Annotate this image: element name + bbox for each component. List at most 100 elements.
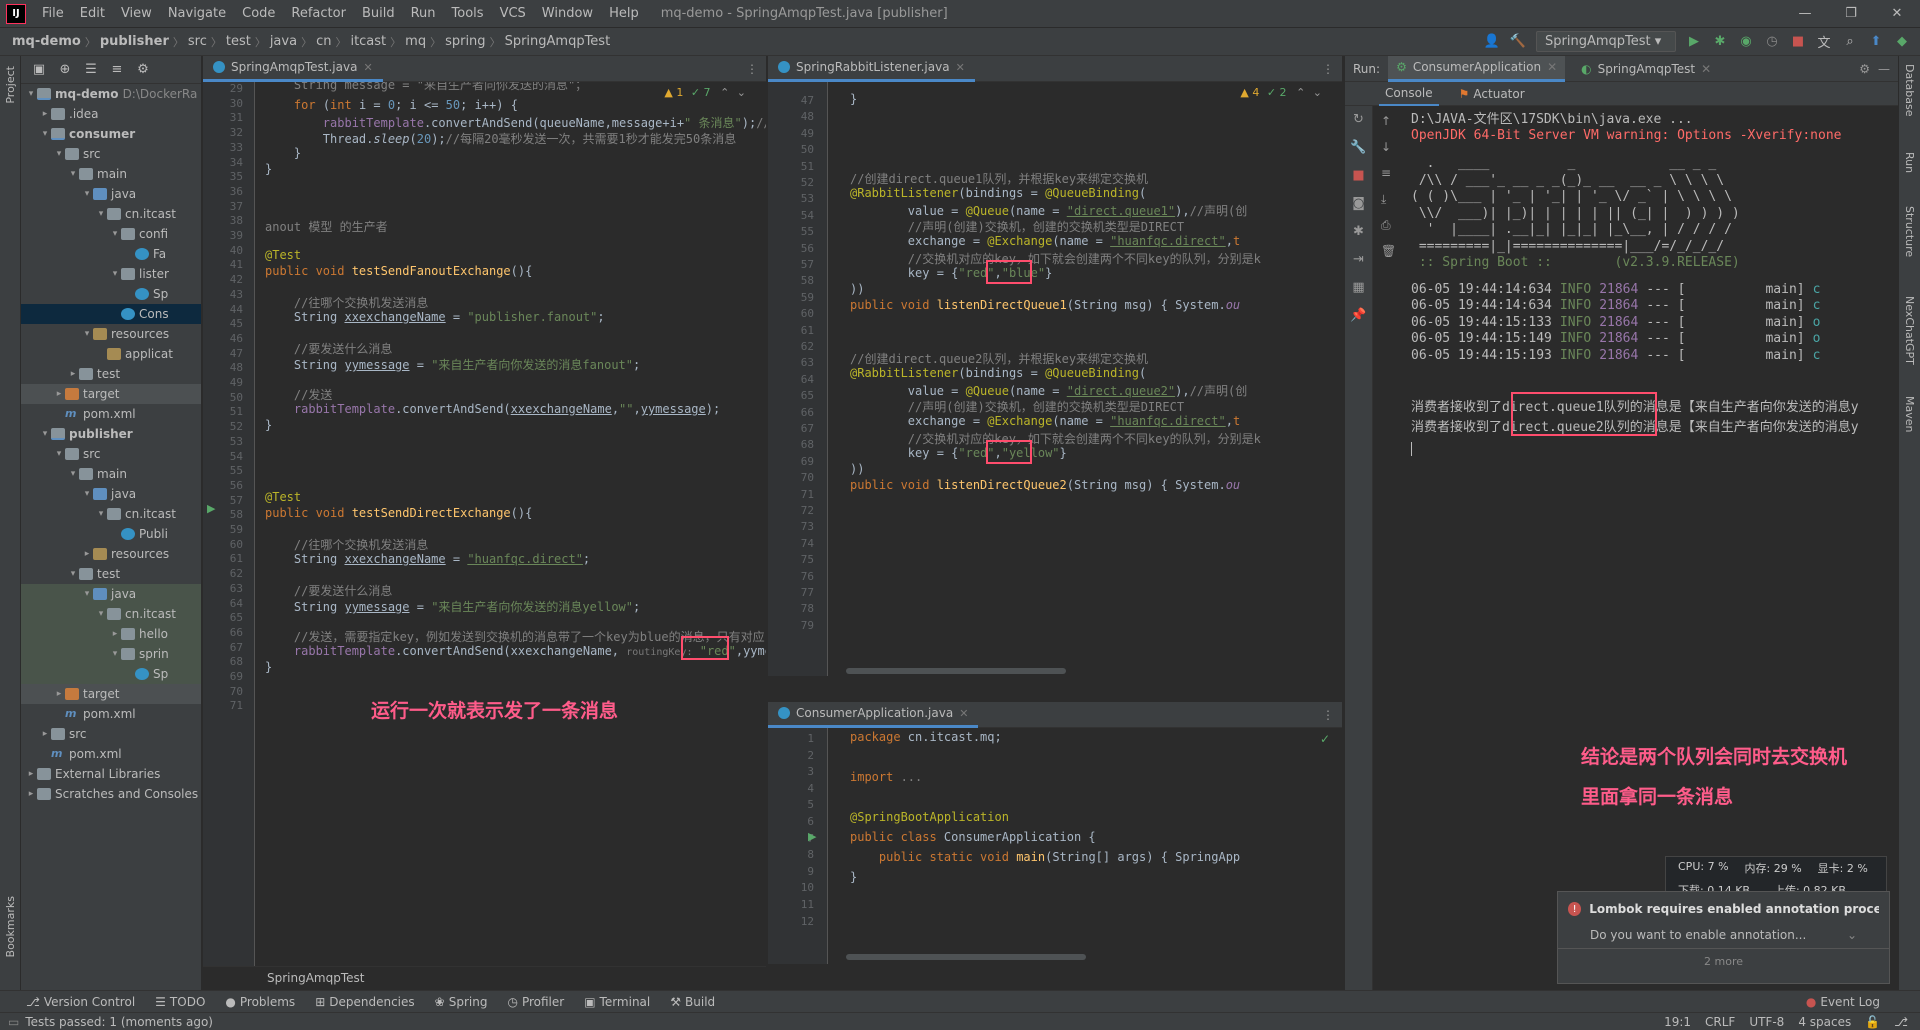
- tree-expand-icon[interactable]: ▾: [39, 429, 51, 439]
- tree-expand-icon[interactable]: ▸: [25, 769, 37, 779]
- tree-item[interactable]: ▾ publisher: [21, 424, 201, 444]
- tree-expand-icon[interactable]: ▾: [53, 149, 65, 159]
- tree-item[interactable]: ▾ java: [21, 484, 201, 504]
- run-icon[interactable]: ▶: [1686, 34, 1702, 50]
- tree-item[interactable]: ▾ java: [21, 584, 201, 604]
- wrench-icon[interactable]: 🔧: [1345, 134, 1372, 162]
- user-icon[interactable]: 👤: [1484, 34, 1500, 50]
- tree-expand-icon[interactable]: ▾: [67, 169, 79, 179]
- profile-icon[interactable]: ◷: [1764, 34, 1780, 50]
- stop-icon[interactable]: ■: [1790, 34, 1806, 50]
- camera-icon[interactable]: ◙: [1345, 190, 1372, 218]
- database-tool-tab[interactable]: Database: [1903, 64, 1916, 117]
- structure-tool-tab[interactable]: Structure: [1903, 206, 1916, 257]
- tree-expand-icon[interactable]: ▾: [109, 649, 121, 659]
- breadcrumb-item[interactable]: itcast: [346, 34, 390, 49]
- close-tab-icon[interactable]: ✕: [956, 61, 965, 74]
- lombok-notification[interactable]: ! Lombok requires enabled annotation pro…: [1557, 891, 1890, 984]
- tree-item[interactable]: m pom.xml: [21, 404, 201, 424]
- locate-icon[interactable]: ⊕: [57, 62, 73, 78]
- breadcrumb-item[interactable]: cn: [312, 34, 335, 49]
- horizontal-scrollbar[interactable]: [846, 668, 1066, 674]
- menu-refactor[interactable]: Refactor: [283, 6, 354, 21]
- plugin-icon[interactable]: ◆: [1894, 34, 1910, 50]
- bottom-tab-dependencies[interactable]: ⊞ Dependencies: [315, 995, 414, 1009]
- bottom-tab-problems[interactable]: ● Problems: [225, 995, 295, 1009]
- chevron-down-icon[interactable]: ⌄: [737, 86, 746, 99]
- tree-item[interactable]: Sp: [21, 284, 201, 304]
- breadcrumb-item[interactable]: test: [222, 34, 255, 49]
- tree-item[interactable]: applicat: [21, 344, 201, 364]
- tree-item[interactable]: ▾ sprin: [21, 644, 201, 664]
- tree-item[interactable]: ▾ lister: [21, 264, 201, 284]
- breadcrumb-item[interactable]: mq: [401, 34, 430, 49]
- tree-item[interactable]: ▾ resources: [21, 324, 201, 344]
- tree-item[interactable]: ▾ main: [21, 164, 201, 184]
- collapse-all-icon[interactable]: ≡: [109, 62, 125, 78]
- tree-item[interactable]: Sp: [21, 664, 201, 684]
- run-config-select[interactable]: SpringAmqpTest ▾: [1536, 31, 1676, 52]
- minimize-panel-icon[interactable]: —: [1878, 62, 1898, 76]
- run-tool-tab[interactable]: Run: [1903, 152, 1916, 173]
- breadcrumb-item[interactable]: src: [184, 34, 211, 49]
- tree-item[interactable]: ▾ java: [21, 184, 201, 204]
- chevron-up-icon[interactable]: ⌃: [1296, 86, 1305, 99]
- tree-item[interactable]: m pom.xml: [21, 744, 201, 764]
- more-icon[interactable]: ⋮: [746, 62, 766, 76]
- build-hammer-icon[interactable]: 🔨: [1510, 34, 1526, 50]
- tree-item[interactable]: ▾ cn.itcast: [21, 504, 201, 524]
- tree-expand-icon[interactable]: ▸: [53, 689, 65, 699]
- close-tab-icon[interactable]: ✕: [1547, 60, 1557, 74]
- tab-spring-amqp-test[interactable]: SpringAmqpTest.java ✕: [203, 56, 383, 82]
- breadcrumb-item[interactable]: SpringAmqpTest: [501, 34, 615, 49]
- menu-vcs[interactable]: VCS: [492, 6, 534, 21]
- gear-icon[interactable]: ⚙: [135, 62, 151, 78]
- run-app-icon[interactable]: ▶: [808, 830, 816, 843]
- git-icon[interactable]: ⎇: [1894, 1015, 1908, 1029]
- line-ending[interactable]: CRLF: [1705, 1015, 1735, 1029]
- horizontal-scrollbar[interactable]: [846, 954, 1086, 960]
- tree-item[interactable]: ▾ src: [21, 144, 201, 164]
- project-view-icon[interactable]: ▣: [31, 62, 47, 78]
- more-icon[interactable]: ⋮: [1322, 708, 1342, 722]
- scroll-end-icon[interactable]: ⤓: [1381, 192, 1386, 207]
- tree-expand-icon[interactable]: ▾: [53, 449, 65, 459]
- update-icon[interactable]: ⬆: [1868, 34, 1884, 50]
- tree-item[interactable]: ▸ src: [21, 724, 201, 744]
- tree-item[interactable]: ▸ target: [21, 684, 201, 704]
- bottom-tab-version-control[interactable]: ⎇ Version Control: [26, 995, 135, 1009]
- chevron-up-icon[interactable]: ⌃: [720, 86, 729, 99]
- chevron-down-icon[interactable]: ⌄: [1847, 928, 1857, 942]
- tree-item[interactable]: ▸ .idea: [21, 104, 201, 124]
- tree-expand-icon[interactable]: ▾: [95, 609, 107, 619]
- run-test-icon[interactable]: ▶: [207, 502, 215, 515]
- tree-expand-icon[interactable]: ▾: [81, 489, 93, 499]
- tree-expand-icon[interactable]: ▸: [53, 389, 65, 399]
- pin-icon[interactable]: 📌: [1345, 302, 1372, 330]
- menu-edit[interactable]: Edit: [72, 6, 113, 21]
- tree-expand-icon[interactable]: ▾: [109, 229, 121, 239]
- tree-item[interactable]: ▸ target: [21, 384, 201, 404]
- tree-expand-icon[interactable]: ▸: [25, 789, 37, 799]
- actuator-tab[interactable]: ⚑ Actuator: [1453, 82, 1531, 106]
- trash-icon[interactable]: 🗑: [1381, 244, 1396, 258]
- run-tab-spring-amqp-test[interactable]: ◐ SpringAmqpTest ✕: [1573, 56, 1719, 82]
- tree-item[interactable]: ▸ hello: [21, 624, 201, 644]
- tree-expand-icon[interactable]: ▾: [81, 189, 93, 199]
- bookmarks-tool-tab[interactable]: Bookmarks: [4, 896, 17, 957]
- expand-all-icon[interactable]: ☰: [83, 62, 99, 78]
- tree-item[interactable]: ▾ main: [21, 464, 201, 484]
- tree-item[interactable]: m pom.xml: [21, 704, 201, 724]
- tree-item[interactable]: ▾ mq-demo D:\DockerRa: [21, 84, 201, 104]
- rerun-icon[interactable]: ↻: [1345, 106, 1372, 134]
- tree-expand-icon[interactable]: ▾: [95, 509, 107, 519]
- tree-item[interactable]: ▾ src: [21, 444, 201, 464]
- tree-expand-icon[interactable]: ▾: [25, 89, 37, 99]
- debug-icon[interactable]: ✱: [1712, 34, 1728, 50]
- menu-build[interactable]: Build: [354, 6, 403, 21]
- inspection-widget[interactable]: ▲ 4 ✓ 2 ⌃ ⌄: [1240, 86, 1322, 99]
- breadcrumb-item[interactable]: java: [266, 34, 301, 49]
- search-icon[interactable]: ⌕: [1842, 34, 1858, 50]
- tree-item[interactable]: ▾ test: [21, 564, 201, 584]
- tab-consumer-application[interactable]: ConsumerApplication.java ✕: [768, 702, 979, 728]
